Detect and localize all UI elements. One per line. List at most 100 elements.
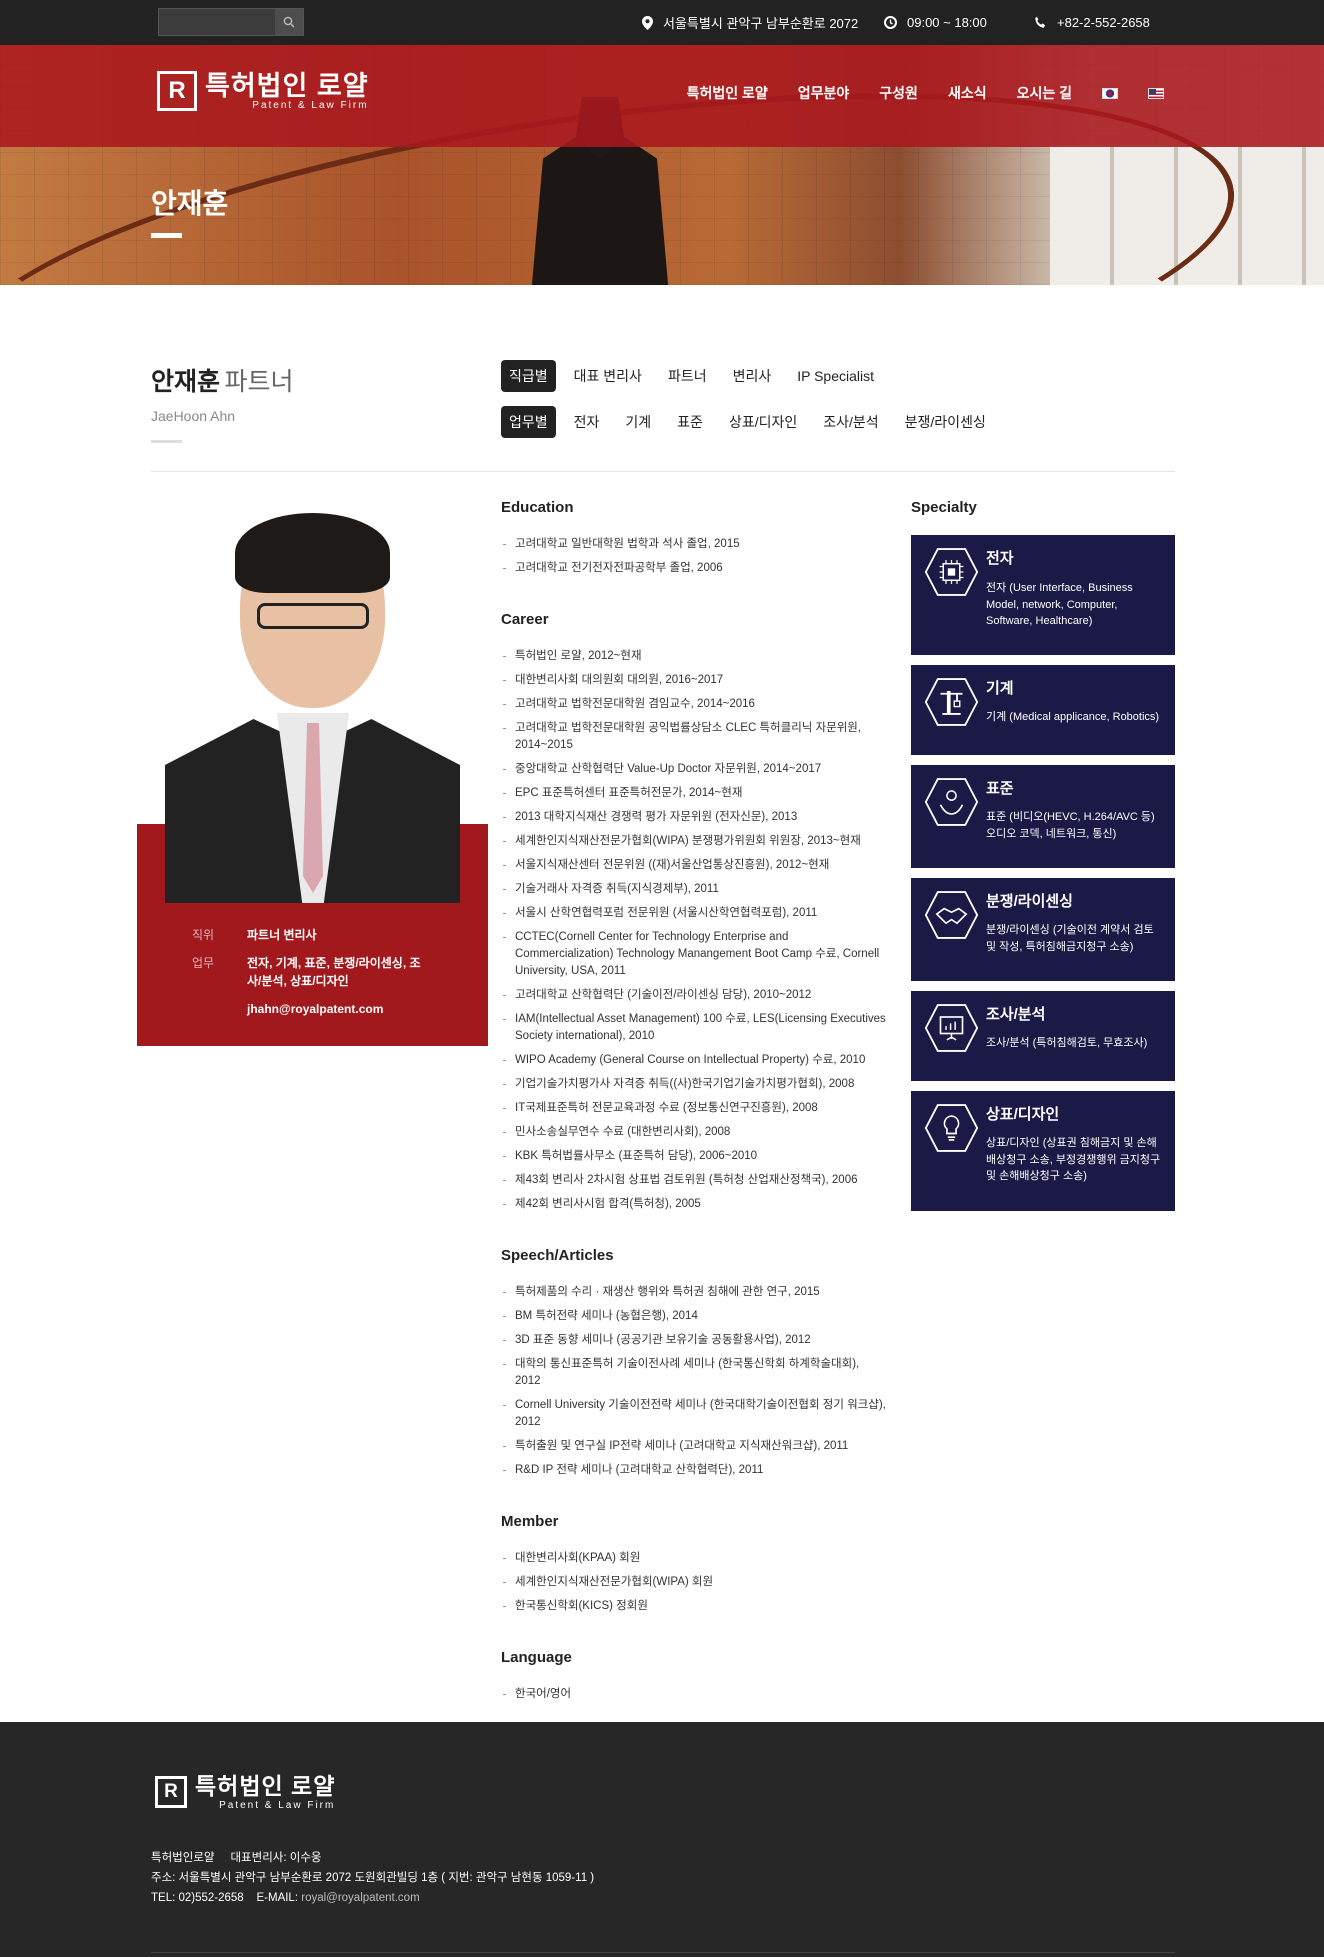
- section-divider: [151, 471, 1175, 472]
- search-input[interactable]: [158, 8, 304, 36]
- tab-rank-all[interactable]: 직급별: [501, 360, 556, 392]
- list-item: 2013 대학지식재산 경쟁력 평가 자문위원 (전자신문), 2013: [501, 809, 886, 826]
- specialty-card-desc: 상표/디자인 (상표권 침해금지 및 손해배상청구 소송, 부정경쟁행위 금지청…: [986, 1137, 1161, 1182]
- chip-icon: [924, 548, 979, 596]
- tab-field-mechanical[interactable]: 기계: [617, 406, 659, 438]
- speech-section: Speech/Articles 특허제품의 수리 · 재생산 행위와 특허권 침…: [501, 1247, 886, 1479]
- specialty-card-research[interactable]: 조사/분석 조사/분석 (특허침해검토, 무효조사): [911, 991, 1175, 1081]
- education-title: Education: [501, 499, 574, 516]
- tab-rank-ip-specialist[interactable]: IP Specialist: [789, 362, 882, 390]
- list-item: 대한변리사회(KPAA) 회원: [501, 1550, 886, 1567]
- us-flag-icon[interactable]: [1148, 87, 1164, 99]
- site-logo[interactable]: R 특허법인 로얄 Patent & Law Firm: [157, 71, 369, 111]
- footer-logo-mark-icon: R: [155, 1775, 187, 1808]
- footer-company: 특허법인로얄 대표변리사: 이수웅: [151, 1852, 322, 1864]
- list-item: 고려대학교 법학전문대학원 공익법률상담소 CLEC 특허클리닉 자문위원, 2…: [501, 720, 886, 754]
- specialty-card-desc: 전자 (User Interface, Business Model, netw…: [986, 582, 1133, 627]
- footer-tel: TEL: 02)552-2658: [151, 1892, 244, 1904]
- specialty-card-desc: 표준 (비디오(HEVC, H.264/AVC 등) 오디오 코덱, 네트워크,…: [986, 811, 1155, 840]
- footer-divider: [151, 1952, 1175, 1953]
- phone-icon: [1035, 16, 1046, 28]
- main-nav: 특허법인 로얄 업무분야 구성원 새소식 오시는 길: [687, 83, 1164, 103]
- list-item: 고려대학교 법학전문대학원 겸임교수, 2014~2016: [501, 696, 886, 713]
- specialty-card-electronics[interactable]: 전자 전자 (User Interface, Business Model, n…: [911, 535, 1175, 655]
- career-section: Career 특허법인 로얄, 2012~현재 대한변리사회 대의원회 대의원, …: [501, 611, 886, 1213]
- language-title: Language: [501, 1649, 572, 1666]
- lightbulb-icon: [924, 1104, 979, 1152]
- tab-field-all[interactable]: 업무별: [501, 406, 556, 438]
- tab-field-licensing[interactable]: 분쟁/라이센싱: [897, 406, 994, 438]
- tab-rank-attorney[interactable]: 변리사: [725, 360, 780, 392]
- specialty-card-standards[interactable]: 표준 표준 (비디오(HEVC, H.264/AVC 등) 오디오 코덱, 네트…: [911, 765, 1175, 868]
- specialty-card-licensing[interactable]: 분쟁/라이센싱 분쟁/라이센싱 (기술이전 계약서 검토 및 작성, 특허침해금…: [911, 878, 1175, 981]
- phone-text: +82-2-552-2658: [1057, 15, 1150, 30]
- list-item: 3D 표준 동향 세미나 (공공기관 보유기술 공동활용사업), 2012: [501, 1332, 886, 1349]
- career-list: 특허법인 로얄, 2012~현재 대한변리사회 대의원회 대의원, 2016~20…: [501, 648, 886, 1213]
- tab-field-research[interactable]: 조사/분석: [815, 406, 886, 438]
- profile-name-block: 안재훈 파트너 JaeHoon Ahn: [151, 362, 293, 443]
- clock-icon: [884, 16, 897, 29]
- specialty-card-title: 조사/분석: [986, 1006, 1046, 1023]
- logo-mark-icon: R: [157, 71, 197, 111]
- rank-filter-tabs: 직급별 대표 변리사 파트너 변리사 IP Specialist: [501, 360, 882, 392]
- list-item: 세계한인지식재산전문가협회(WIPA) 회원: [501, 1574, 886, 1591]
- nav-item-directions[interactable]: 오시는 길: [1017, 83, 1072, 103]
- language-section: Language 한국어/영어: [501, 1649, 886, 1703]
- work-label: 업무: [192, 956, 215, 970]
- specialty-card-desc: 기계 (Medical applicance, Robotics): [986, 711, 1160, 723]
- phone-info: +82-2-552-2658: [1034, 0, 1150, 45]
- tab-field-standards[interactable]: 표준: [669, 406, 711, 438]
- hero-banner: R 특허법인 로얄 Patent & Law Firm 특허법인 로얄 업무분야…: [0, 45, 1324, 285]
- list-item: 제42회 변리사시험 합격(특허청), 2005: [501, 1196, 886, 1213]
- nav-item-about[interactable]: 특허법인 로얄: [687, 83, 768, 103]
- list-item: 중앙대학교 산학협력단 Value-Up Doctor 자문위원, 2014~2…: [501, 761, 886, 778]
- list-item: 고려대학교 산학협력단 (기술이전/라이센싱 담당), 2010~2012: [501, 987, 886, 1004]
- nav-item-members[interactable]: 구성원: [879, 83, 918, 103]
- member-title: Member: [501, 1513, 559, 1530]
- footer-email-link[interactable]: royal@royalpatent.com: [301, 1892, 419, 1904]
- site-footer: R 특허법인 로얄 Patent & Law Firm 특허법인로얄 대표변리사…: [0, 1722, 1324, 1957]
- tab-rank-representative[interactable]: 대표 변리사: [566, 360, 650, 392]
- specialty-card-title: 전자: [986, 550, 1014, 567]
- specialty-card-trademark[interactable]: 상표/디자인 상표/디자인 (상표권 침해금지 및 손해배상청구 소송, 부정경…: [911, 1091, 1175, 1211]
- list-item: 특허제품의 수리 · 재생산 행위와 특허권 침해에 관한 연구, 2015: [501, 1284, 886, 1301]
- specialty-title: Specialty: [911, 499, 977, 516]
- korean-flag-icon[interactable]: [1102, 87, 1118, 99]
- member-section: Member 대한변리사회(KPAA) 회원세계한인지식재산전문가협회(WIPA…: [501, 1513, 886, 1615]
- profile-name: 안재훈: [151, 368, 221, 396]
- list-item: 서울지식재산센터 전문위원 ((재)서울산업통상진흥원), 2012~현재: [501, 857, 886, 874]
- footer-logo-title: 특허법인 로얄: [195, 1773, 336, 1799]
- list-item: 고려대학교 일반대학원 법학과 석사 졸업, 2015: [501, 536, 886, 553]
- speech-title: Speech/Articles: [501, 1247, 614, 1264]
- list-item: 한국어/영어: [501, 1686, 886, 1703]
- list-item: 특허법인 로얄, 2012~현재: [501, 648, 886, 665]
- list-item: 기술거래사 자격증 취득(지식경제부), 2011: [501, 881, 886, 898]
- location-pin-icon: [642, 15, 653, 30]
- tab-rank-partner[interactable]: 파트너: [660, 360, 715, 392]
- education-section: Education 고려대학교 일반대학원 법학과 석사 졸업, 2015 고려대…: [501, 499, 886, 577]
- list-item: IAM(Intellectual Asset Management) 100 수…: [501, 1011, 886, 1045]
- list-item: 제43회 변리사 2차시험 상표법 검토위원 (특허청 산업재산정책국), 20…: [501, 1172, 886, 1189]
- search-button[interactable]: [275, 9, 303, 35]
- list-item: EPC 표준특허센터 표준특허전문가, 2014~현재: [501, 785, 886, 802]
- nav-item-practice[interactable]: 업무분야: [798, 83, 850, 103]
- hours-info: 09:00 ~ 18:00: [884, 0, 987, 45]
- nav-item-news[interactable]: 새소식: [948, 83, 987, 103]
- profile-name-en: JaeHoon Ahn: [151, 408, 236, 424]
- logo-title: 특허법인 로얄: [205, 70, 369, 101]
- footer-logo-subtitle: Patent & Law Firm: [219, 1800, 336, 1811]
- position-label: 직위: [192, 928, 215, 942]
- list-item: 민사소송실무연수 수료 (대한변리사회), 2008: [501, 1124, 886, 1141]
- footer-logo[interactable]: R 특허법인 로얄 Patent & Law Firm: [155, 1772, 335, 1811]
- address-info: 서울특별시 관악구 남부순환로 2072: [642, 0, 858, 45]
- specialty-card-title: 표준: [986, 780, 1014, 797]
- profile-email-link[interactable]: jhahn@royalpatent.com: [247, 1000, 432, 1018]
- hands-gear-icon: [924, 778, 979, 826]
- handshake-icon: [924, 891, 979, 939]
- specialty-card-mechanical[interactable]: 기계 기계 (Medical applicance, Robotics): [911, 665, 1175, 755]
- resume-column: Education 고려대학교 일반대학원 법학과 석사 졸업, 2015 고려대…: [501, 499, 886, 1737]
- tab-field-trademark[interactable]: 상표/디자인: [721, 406, 805, 438]
- specialty-card-title: 분쟁/라이센싱: [986, 893, 1073, 910]
- hours-text: 09:00 ~ 18:00: [907, 15, 987, 30]
- tab-field-electronics[interactable]: 전자: [566, 406, 608, 438]
